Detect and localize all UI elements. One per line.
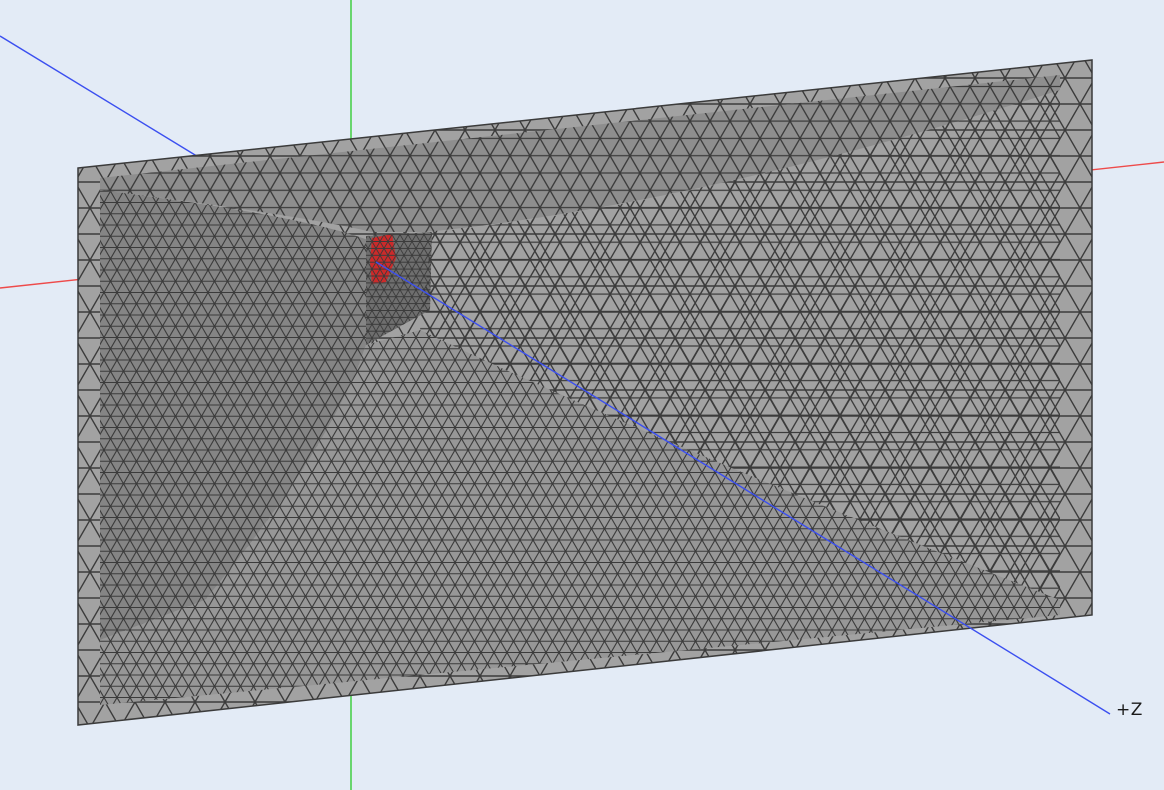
triangulated-mesh[interactable]: [78, 60, 1092, 725]
z-axis-line-back: [0, 35, 201, 159]
3d-viewport[interactable]: +Z: [0, 0, 1164, 790]
inner-cavity: [100, 75, 1060, 705]
z-axis-label: +Z: [1116, 700, 1143, 720]
mesh-scene[interactable]: [0, 0, 1164, 790]
